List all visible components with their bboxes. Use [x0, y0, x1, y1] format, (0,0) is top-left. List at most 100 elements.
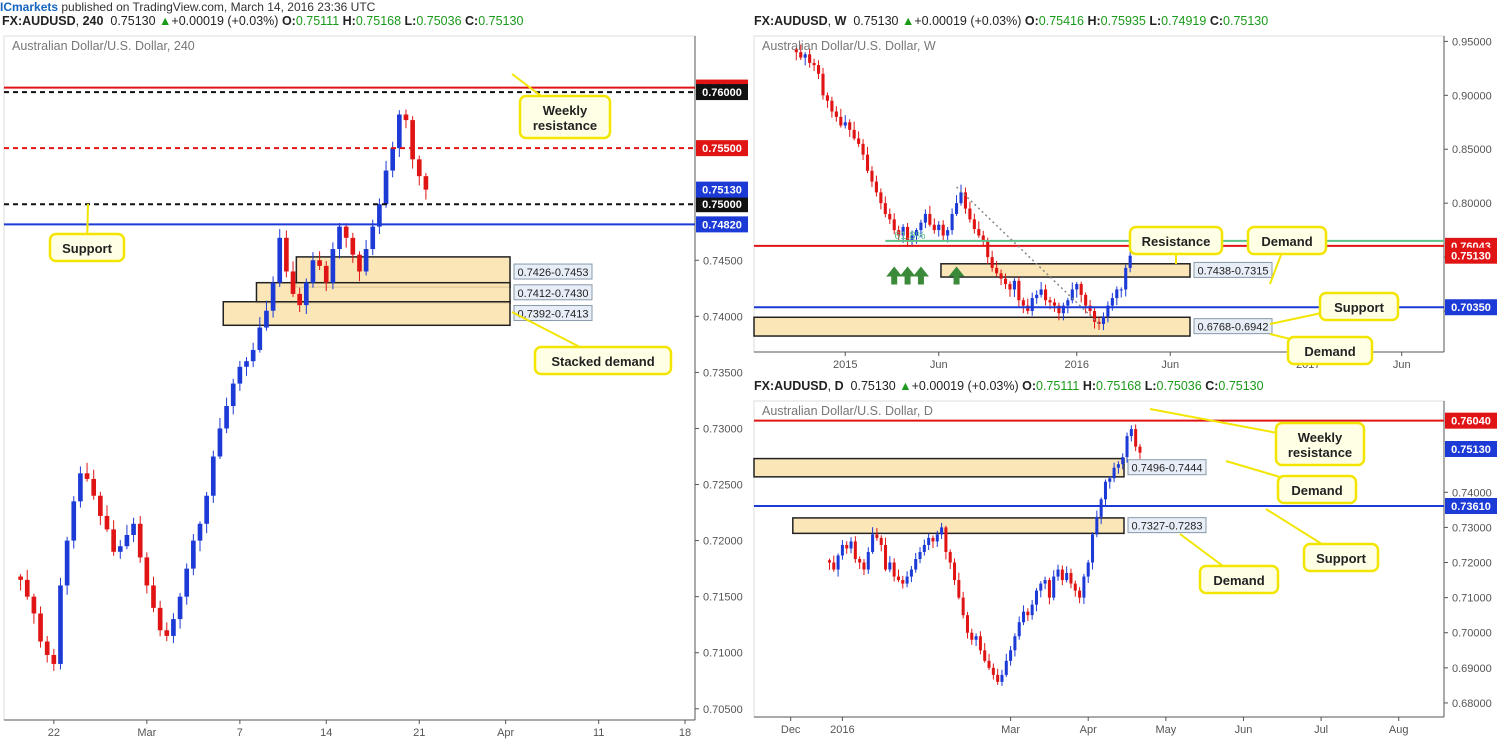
chart-title: Australian Dollar/U.S. Dollar, 240 [12, 39, 195, 53]
candle-body [1052, 576, 1056, 598]
change-daily: +0.00019 (+0.03%) [911, 379, 1019, 393]
publisher-brand[interactable]: ICmarkets [0, 0, 58, 14]
candle-body [909, 569, 913, 577]
candle-body [865, 154, 870, 171]
chart-canvas-h4[interactable]: Australian Dollar/U.S. Dollar, 240 0.7050… [0, 34, 748, 742]
x-tick-label: 14 [320, 727, 332, 739]
candle-body [357, 254, 362, 272]
candle-body [157, 607, 163, 631]
candle-body [78, 473, 83, 502]
candle-body [397, 114, 402, 149]
candle-body [827, 560, 831, 563]
low-h4: 0.75036 [416, 14, 462, 28]
candle-body [849, 541, 853, 549]
candle-body [383, 170, 389, 205]
candle-body [403, 114, 409, 121]
chart-panel-daily: FX:AUDUSD, D 0.75130 ▲+0.00019 (+0.03%) … [750, 377, 1499, 742]
candle-body [830, 100, 834, 112]
high-h4: 0.75168 [355, 14, 402, 28]
x-tick-label: Aug [1389, 724, 1409, 736]
candle-body [117, 546, 123, 552]
candle-body [1069, 573, 1073, 584]
candle-body [64, 540, 70, 586]
candle-body [171, 619, 176, 636]
candle-body [1047, 580, 1051, 598]
candle-body [1044, 289, 1048, 301]
candle-body [224, 406, 229, 429]
candle-body [896, 576, 900, 581]
y-tick-label: 0.74000 [1452, 487, 1492, 499]
x-tick-label: 2016 [830, 724, 854, 736]
candle-body [1000, 674, 1004, 682]
callout-text: Weekly [543, 103, 588, 118]
candle-body [858, 559, 862, 563]
callout-text: Weekly [1298, 430, 1343, 445]
candle-body [337, 226, 342, 250]
candle-body [821, 73, 825, 96]
candle-body [808, 54, 812, 63]
x-tick-label: Jun [930, 359, 948, 371]
candle-body [1128, 255, 1132, 268]
candle-body [104, 515, 110, 530]
close-h4: 0.75130 [478, 14, 524, 28]
candle-body [836, 555, 840, 570]
candle-body [1052, 302, 1057, 306]
candle-body [834, 111, 838, 117]
candle-body [38, 613, 43, 642]
callout-text: Stacked demand [551, 354, 654, 369]
candle-body [284, 237, 289, 272]
candle-body [968, 208, 972, 220]
candle-body [230, 383, 236, 407]
candle-body [1022, 611, 1026, 623]
candle-body [1115, 289, 1119, 299]
candle-body [24, 579, 30, 597]
candle-body [323, 265, 329, 283]
candle-body [44, 641, 50, 655]
candle-body [1121, 457, 1125, 465]
candle-body [151, 585, 156, 608]
candle-body [974, 636, 978, 640]
price-level-tag: 0.75000 [702, 199, 742, 211]
candle-body [879, 537, 883, 545]
y-tick-label: 0.70000 [1452, 628, 1492, 640]
candle-body [91, 478, 97, 496]
x-tick-label: 22 [48, 727, 60, 739]
demand-zone [753, 457, 1125, 478]
candle-body [58, 585, 63, 664]
candle-body [901, 580, 905, 584]
zone-label: 0.7438-0.7315 [1198, 265, 1269, 277]
candle-body [931, 537, 935, 542]
candle-body [922, 544, 926, 552]
candle-body [871, 534, 875, 552]
change-weekly: +0.00019 (+0.03%) [914, 14, 1022, 28]
chart-canvas-weekly[interactable]: Australian Dollar/U.S. Dollar, W 0.95000 0… [750, 34, 1499, 376]
callout-text: Demand [1291, 483, 1342, 498]
callout-text: resistance [533, 118, 597, 133]
x-tick-label: Apr [497, 727, 514, 739]
candle-body [1082, 576, 1086, 598]
candle-body [941, 224, 945, 236]
candle-body [131, 523, 136, 535]
y-tick-label: 0.90000 [1452, 90, 1492, 102]
last-weekly: 0.75130 [853, 14, 899, 28]
chart-title: Australian Dollar/U.S. Dollar, W [762, 39, 936, 53]
candle-body [853, 541, 857, 559]
candle-body [1075, 284, 1079, 290]
candle-body [918, 551, 922, 559]
candle-body [935, 534, 939, 542]
candle-body [1119, 289, 1123, 291]
price-level-tag: 0.74820 [702, 219, 742, 231]
candle-body [257, 327, 263, 350]
timeframe-daily: D [834, 379, 844, 393]
candle-body [1017, 280, 1021, 301]
candle-body [1078, 590, 1082, 598]
candle-body [1116, 464, 1120, 468]
last-price-tag: 0.75130 [1451, 251, 1491, 263]
candle-body [884, 544, 888, 570]
candle-body [244, 361, 249, 367]
candle-body [957, 580, 961, 598]
demand-zone [753, 316, 1191, 337]
chart-canvas-daily[interactable]: Australian Dollar/U.S. Dollar, D 0.74000 0… [750, 399, 1499, 744]
y-tick-label: 0.68000 [1452, 698, 1492, 710]
timeframe-h4: 240 [82, 14, 104, 28]
